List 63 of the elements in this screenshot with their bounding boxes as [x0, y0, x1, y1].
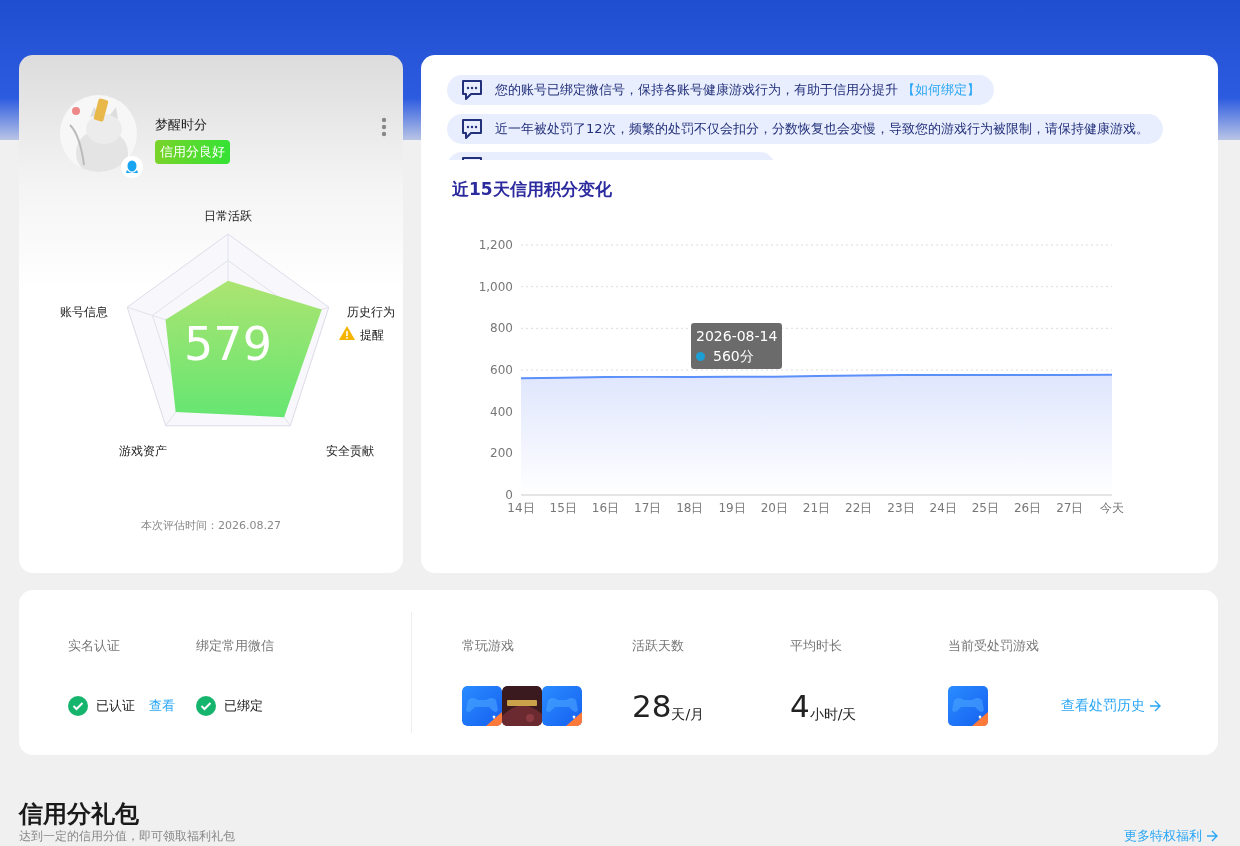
penguin-icon — [121, 156, 143, 178]
x-tick-label: 26日 — [1013, 501, 1042, 515]
arrow-right-icon — [1206, 830, 1218, 842]
view-link[interactable]: 查看 — [149, 697, 175, 715]
notice-text: 您的账号已绑定微信号，保持各账号健康游戏行为，有助于信用分提升 【如何绑定】 — [495, 81, 981, 99]
stat-value: 4 — [790, 688, 810, 724]
warning-icon — [339, 326, 355, 340]
arrow-right-icon — [1149, 700, 1161, 712]
chart-title: 近15天信用积分变化 — [452, 178, 613, 201]
y-tick-label: 200 — [490, 446, 513, 461]
status-text: 已绑定 — [224, 697, 263, 715]
stat-label: 活跃天数 — [632, 637, 685, 655]
y-tick-label: 600 — [490, 363, 513, 377]
radar-axis-label: 账号信息 — [60, 305, 108, 319]
stat-label: 实名认证 — [68, 637, 121, 655]
stat-label: 当前受处罚游戏 — [948, 637, 1040, 655]
y-tick-label: 400 — [490, 404, 513, 419]
stat-unit: 小时/天 — [809, 706, 857, 724]
section-subtitle: 达到一定的信用分值，即可领取福利礼包 — [19, 829, 235, 843]
x-tick-label: 15日 — [549, 501, 577, 515]
stat-unit: 天/月 — [671, 706, 705, 724]
tooltip-date: 2026-08-14 — [696, 327, 778, 346]
radar-axis-label: 日常活跃 — [204, 209, 252, 223]
x-tick-label: 19日 — [718, 501, 746, 515]
warning-label: 提醒 — [360, 328, 384, 342]
x-tick-label: 20日 — [760, 501, 788, 515]
x-tick-label: 21日 — [802, 501, 831, 515]
more-benefits-link[interactable]: 更多特权福利 — [1124, 829, 1218, 843]
x-tick-label: 18日 — [676, 501, 704, 515]
x-tick-label: 今天 — [1100, 501, 1124, 515]
stat-label: 绑定常用微信 — [196, 637, 274, 655]
y-tick-label: 800 — [490, 321, 513, 336]
x-tick-label: 22日 — [845, 501, 873, 515]
radar-axis-label: 历史行为 — [347, 305, 395, 319]
status-text: 已认证 — [96, 697, 135, 715]
stat-label: 平均时长 — [790, 637, 843, 655]
radar-axis-label: 安全贡献 — [326, 444, 374, 458]
punishment-history-link[interactable]: 查看处罚历史 — [1061, 697, 1161, 715]
y-tick-label: 1,000 — [478, 279, 513, 294]
x-tick-label: 16日 — [591, 501, 620, 515]
section-title: 信用分礼包 — [19, 799, 140, 829]
x-tick-label: 24日 — [929, 501, 957, 515]
evaluation-time: 本次评估时间：2026.08.27 — [140, 518, 282, 533]
tooltip-value: 560分 — [696, 346, 778, 366]
user-name: 梦醒时分 — [155, 116, 208, 134]
more-icon[interactable] — [381, 117, 387, 137]
y-tick-label: 1,200 — [478, 238, 513, 252]
radar-axis-label: 游戏资产 — [119, 444, 167, 458]
game-icon[interactable] — [502, 686, 542, 726]
stat-label: 常玩游戏 — [462, 637, 515, 655]
message-icon — [461, 118, 483, 140]
x-tick-label: 14日 — [507, 501, 535, 515]
x-tick-label: 27日 — [1056, 501, 1084, 515]
y-tick-label: 0 — [505, 488, 513, 502]
x-tick-label: 23日 — [887, 501, 915, 515]
x-tick-label: 17日 — [634, 501, 662, 515]
notice-text: 近一年被处罚了12次，频繁的处罚不仅会扣分，分数恢复也会变慢，导致您的游戏行为被限制，请保持健康游戏。 — [495, 120, 1149, 138]
how-to-bind-link[interactable]: 【如何绑定】 — [902, 82, 981, 97]
credit-score: 579 — [184, 317, 272, 371]
message-icon — [461, 79, 483, 101]
stat-value: 28 — [632, 688, 672, 724]
x-tick-label: 25日 — [971, 501, 999, 515]
credit-badge: 信用分良好 — [155, 140, 230, 164]
